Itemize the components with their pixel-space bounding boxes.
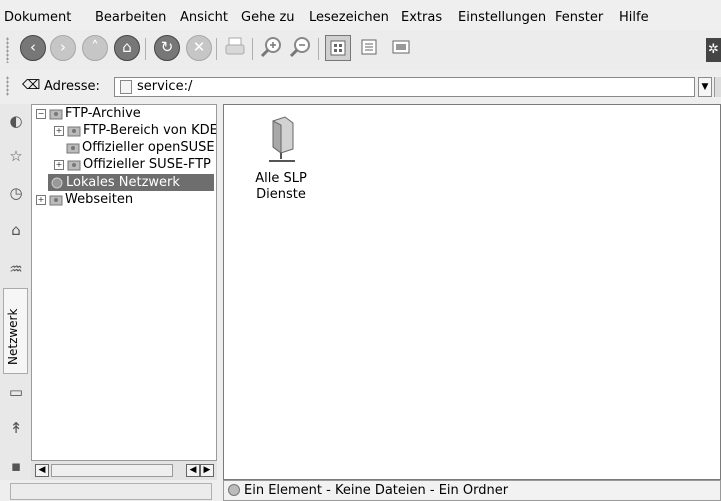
status-bar: Ein Element - Keine Dateien - Ein Ordner — [223, 480, 721, 501]
expand-icon[interactable]: + — [54, 159, 64, 170]
print-icon[interactable] — [223, 35, 249, 61]
menu-fenster[interactable]: Fenster — [555, 10, 603, 25]
menu-einstellungen[interactable]: Einstellungen — [458, 10, 546, 25]
tree-item-label: Webseiten — [65, 192, 134, 207]
status-text: Ein Element - Keine Dateien - Ein Ordner — [244, 483, 509, 498]
network-folder-icon — [50, 177, 64, 189]
tree-item-lokales-netzwerk[interactable]: Lokales Netzwerk — [48, 174, 214, 191]
address-dropdown-icon[interactable]: ▼ — [698, 77, 712, 97]
network-folder-icon — [67, 159, 81, 171]
expand-icon[interactable]: + — [54, 125, 64, 136]
file-view[interactable]: Alle SLP Dienste — [223, 104, 721, 480]
service-icon — [120, 80, 132, 94]
scroll-left-icon[interactable]: ◀ — [35, 464, 49, 477]
zoom-in-icon[interactable] — [259, 35, 285, 61]
tree-horizontal-scrollbar[interactable]: ◀ ◀ ▶ — [31, 461, 217, 480]
home-folder-icon[interactable]: ⌂ — [7, 221, 25, 239]
tree-item-ftp-archive[interactable]: − FTP-Archive — [36, 105, 141, 122]
toolbar-separator — [145, 38, 146, 60]
zoom-out-icon[interactable] — [288, 35, 314, 61]
toolbar-separator — [252, 38, 253, 60]
history-icon[interactable]: ◐ — [7, 112, 25, 130]
network-folder-icon — [67, 125, 81, 137]
tree-item-opensuse[interactable]: Offizieller openSUSE — [66, 139, 215, 156]
root-folder-icon[interactable]: ↟ — [7, 419, 25, 437]
network-folder-icon — [49, 108, 63, 120]
media-icon[interactable]: ♒ — [7, 260, 25, 278]
home-icon[interactable]: ⌂ — [114, 35, 140, 61]
network-folder-icon — [49, 194, 63, 206]
folder-icon[interactable]: ▭ — [7, 383, 25, 401]
tree-item-label: Lokales Netzwerk — [66, 175, 180, 190]
sidebar-tabs: ◐ ☆ ◷ ⌂ ♒ Netzwerk ▭ ↟ ▪ — [0, 104, 32, 480]
menu-extras[interactable]: Extras — [401, 10, 442, 25]
tree-item-kde-ftp[interactable]: + FTP-Bereich von KDE — [54, 122, 217, 139]
toolbar-separator — [318, 38, 319, 60]
preview-view-icon[interactable] — [389, 35, 415, 61]
detail-view-icon[interactable] — [357, 35, 383, 61]
icon-view-icon[interactable] — [325, 35, 351, 61]
tree-item-suse-ftp[interactable]: + Offizieller SUSE-FTP — [54, 156, 211, 173]
up-icon[interactable]: ˄ — [82, 35, 108, 61]
reload-icon[interactable]: ↻ — [154, 35, 180, 61]
scroll-right-icon[interactable]: ▶ — [200, 464, 214, 477]
throbber-icon: ✲ — [706, 38, 721, 62]
item-label-line2: Dienste — [256, 187, 306, 202]
forward-icon[interactable]: › — [50, 35, 76, 61]
view-indicator-icon[interactable] — [228, 484, 240, 496]
menu-bearbeiten[interactable]: Bearbeiten — [95, 10, 166, 25]
tree-item-label: FTP-Archive — [65, 106, 141, 121]
menu-hilfe[interactable]: Hilfe — [619, 10, 649, 25]
menu-gehe-zu[interactable]: Gehe zu — [241, 10, 295, 25]
tree-item-label: Offizieller SUSE-FTP — [83, 157, 211, 172]
configure-icon[interactable]: ▪ — [7, 457, 25, 475]
address-label: Adresse: — [44, 79, 100, 94]
network-folder-icon — [66, 142, 80, 154]
address-input[interactable]: service:/ — [114, 77, 695, 97]
scroll-thumb[interactable] — [51, 464, 173, 477]
slp-services-item[interactable]: Alle SLP Dienste — [246, 113, 316, 203]
clear-location-icon[interactable]: ⌫ — [22, 79, 40, 93]
scroll-left-icon[interactable]: ◀ — [186, 464, 200, 477]
expand-icon[interactable]: + — [36, 194, 46, 205]
address-value: service:/ — [137, 79, 193, 94]
tree-item-label: FTP-Bereich von KDE — [83, 123, 217, 138]
toolbar-separator — [216, 38, 217, 60]
tab-netzwerk-label: Netzwerk — [6, 308, 20, 365]
stop-icon[interactable]: ✕ — [186, 35, 212, 61]
back-icon[interactable]: ‹ — [20, 35, 46, 61]
services-icon[interactable]: ◷ — [7, 184, 25, 202]
tab-netzwerk[interactable]: Netzwerk — [3, 288, 28, 374]
sidebar-status-area — [10, 483, 212, 500]
go-button[interactable] — [714, 77, 721, 97]
bookmarks-icon[interactable]: ☆ — [7, 147, 25, 165]
server-icon — [269, 116, 295, 162]
menu-ansicht[interactable]: Ansicht — [180, 10, 228, 25]
menu-bar: Dokument Bearbeiten Ansicht Gehe zu Lese… — [0, 0, 721, 30]
toolbar: ‹ › ˄ ⌂ ↻ ✕ ✲ — [0, 30, 721, 70]
address-grip[interactable] — [6, 76, 9, 96]
collapse-icon[interactable]: − — [36, 108, 46, 119]
menu-lesezeichen[interactable]: Lesezeichen — [309, 10, 389, 25]
network-tree[interactable]: − FTP-Archive + FTP-Bereich von KDE Offizi… — [31, 104, 217, 461]
tree-item-label: Offizieller openSUSE — [82, 140, 215, 155]
item-label-line1: Alle SLP — [255, 171, 307, 186]
address-bar: ⌫ Adresse: service:/ ▼ — [0, 70, 721, 104]
toolbar-grip[interactable] — [6, 37, 9, 63]
tree-item-webseiten[interactable]: + Webseiten — [36, 191, 133, 208]
menu-dokument[interactable]: Dokument — [4, 10, 71, 25]
